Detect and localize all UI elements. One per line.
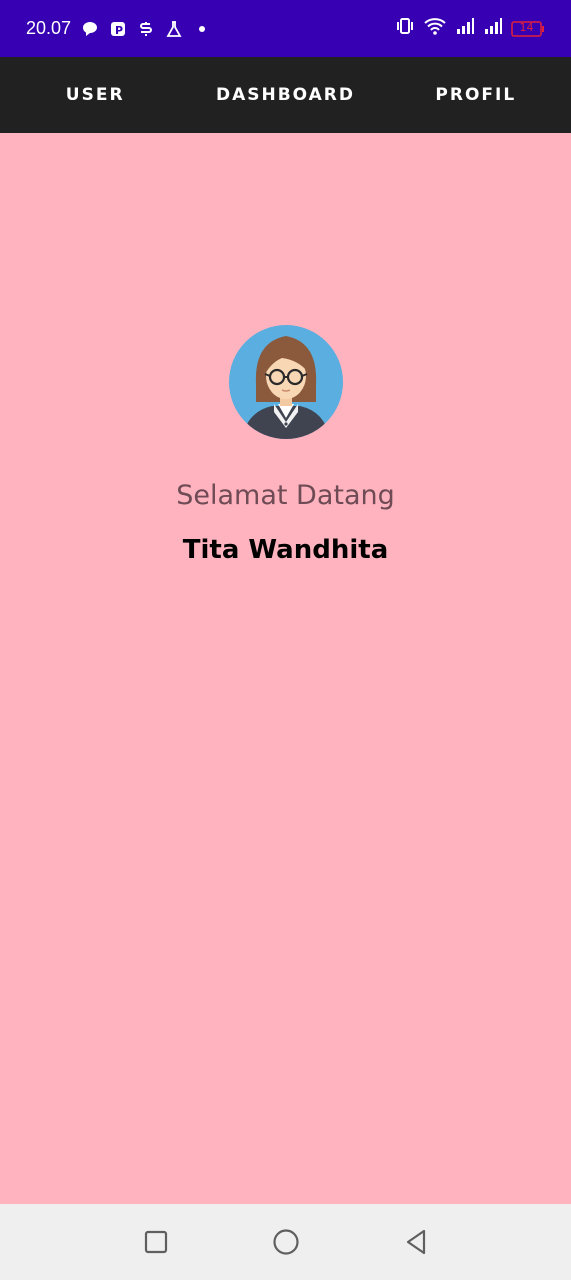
recents-button[interactable] — [141, 1227, 171, 1257]
tab-dashboard[interactable]: DASHBOARD — [190, 85, 380, 105]
greeting-text: Selamat Datang — [176, 480, 395, 511]
battery-level: 14 — [519, 20, 534, 34]
home-button[interactable] — [271, 1227, 301, 1257]
main-content: Selamat Datang Tita Wandhita — [0, 133, 571, 1204]
tab-bar: USER DASHBOARD PROFIL — [0, 57, 571, 133]
back-triangle-icon — [406, 1229, 425, 1255]
vibrate-icon — [395, 16, 415, 41]
status-bar: 20.07 P 14 — [0, 0, 571, 57]
status-left: 20.07 P — [26, 18, 211, 39]
tab-user[interactable]: USER — [0, 85, 190, 105]
status-right: 14 — [395, 16, 545, 41]
svg-text:P: P — [115, 24, 123, 37]
navigation-bar — [0, 1204, 571, 1280]
signal-icon — [455, 16, 475, 41]
circle-icon — [272, 1229, 299, 1255]
tab-profil[interactable]: PROFIL — [381, 85, 571, 105]
battery-icon: 14 — [511, 20, 545, 38]
user-name: Tita Wandhita — [182, 535, 389, 565]
wifi-icon — [423, 16, 447, 41]
stack-app-icon — [137, 20, 155, 38]
chat-bubble-icon — [81, 20, 99, 38]
signal-icon — [483, 16, 503, 41]
back-button[interactable] — [401, 1227, 431, 1257]
woman-avatar-icon — [228, 324, 344, 440]
status-time: 20.07 — [26, 18, 72, 38]
square-icon — [144, 1230, 167, 1254]
pdf-app-icon: P — [109, 20, 127, 38]
dot-icon — [193, 20, 211, 38]
flask-icon — [165, 20, 183, 38]
